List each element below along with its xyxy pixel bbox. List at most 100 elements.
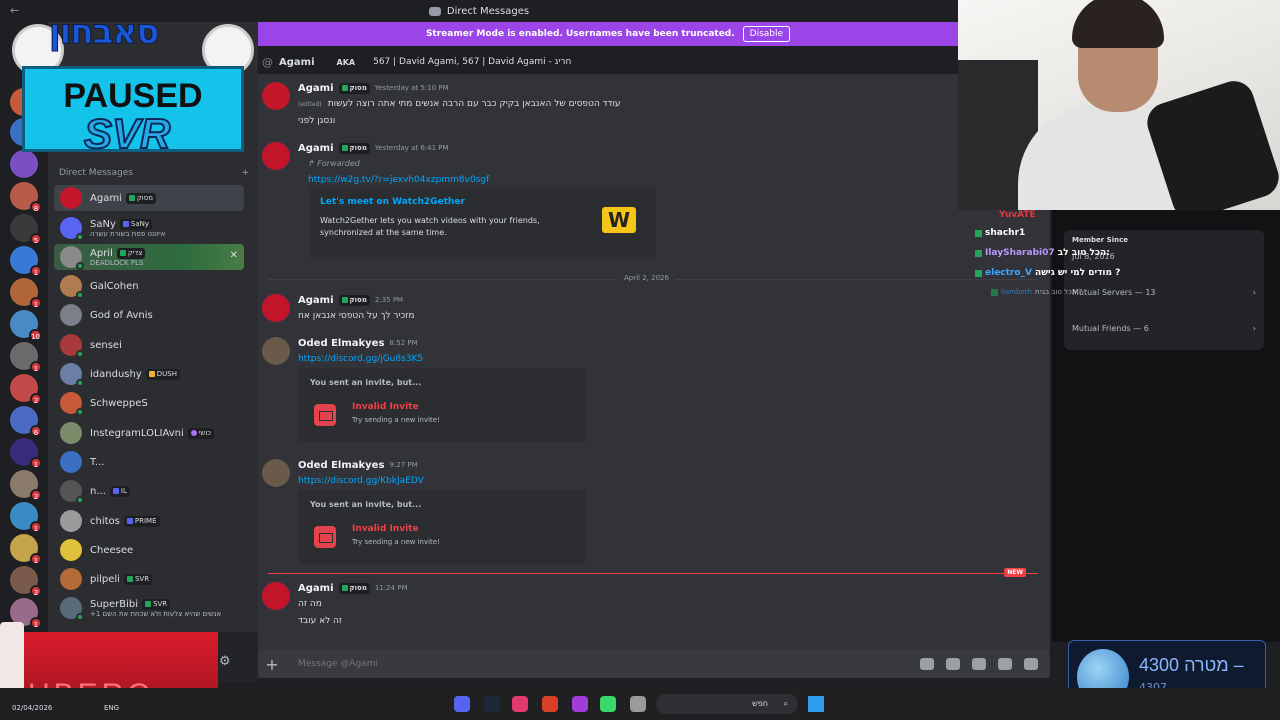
settings-gear-icon[interactable]: ⚙	[219, 654, 231, 669]
message-author[interactable]: Oded Elmakyes	[298, 338, 384, 349]
avatar	[60, 422, 82, 444]
avatar	[60, 275, 84, 299]
avatar	[60, 597, 84, 621]
dm-item-pilpeli[interactable]: pilpeli SVR	[54, 566, 244, 592]
disable-button[interactable]: Disable	[742, 26, 791, 42]
avatar[interactable]	[262, 142, 290, 170]
server-icon[interactable]: 1	[10, 502, 42, 533]
taskbar-search[interactable]: חפש ⌕	[656, 694, 798, 714]
avatar[interactable]	[262, 82, 290, 110]
avatar	[60, 510, 82, 532]
avatar	[60, 480, 84, 504]
avatar[interactable]	[262, 459, 290, 487]
message-link[interactable]: https://w2g.tv/?r=jexvh04xzpmm8v0sgf	[308, 172, 489, 188]
dm-item-instegramloliavni[interactable]: InstegramLOLIAvni כושי	[54, 420, 244, 446]
server-icon[interactable]: 1	[10, 246, 42, 277]
discord-icon[interactable]	[454, 696, 470, 712]
link-embed[interactable]: Let's meet on Watch2Gether Watch2Gether …	[310, 187, 656, 259]
gift-icon[interactable]	[920, 658, 934, 670]
dm-item-sensei[interactable]: sensei	[54, 332, 244, 358]
message-input[interactable]	[286, 659, 920, 669]
message-time: 9:27 PM	[389, 461, 418, 469]
app-icon[interactable]	[542, 696, 558, 712]
dm-item-n[interactable]: n... IL	[54, 478, 244, 504]
file-explorer-icon[interactable]	[630, 696, 646, 712]
server-icon[interactable]: 1	[10, 342, 42, 373]
clan-tag: IL	[109, 485, 130, 497]
emoji-icon[interactable]	[998, 658, 1012, 670]
server-icon[interactable]: 10	[10, 310, 42, 341]
clan-tag: מסוק	[338, 582, 370, 594]
message-link[interactable]: https://discord.gg/KbkJaEDV	[298, 473, 424, 489]
forwarded-label: ↱ Forwarded	[308, 159, 360, 168]
avatar[interactable]	[262, 582, 290, 610]
server-icon[interactable]: 2	[10, 566, 42, 597]
composer-tools	[920, 658, 1050, 670]
stream-overlay-logo: סאבחון PAUSED SVR	[4, 10, 254, 170]
apps-icon[interactable]	[1024, 658, 1038, 670]
dm-item-sany[interactable]: SaNy SaNy איזונט פסח בשורת עשרה	[54, 215, 244, 241]
search-icon: ⌕	[783, 699, 788, 708]
server-icon[interactable]: 1	[10, 278, 42, 309]
server-icon[interactable]: 2	[10, 470, 42, 501]
server-icon[interactable]: 6	[10, 406, 42, 437]
close-dm-icon[interactable]: ✕	[230, 250, 238, 261]
dm-item-superbibi[interactable]: SuperBibi SVR +1 אנשים שהיא צלעות ולא שכחת…	[54, 595, 244, 621]
message-author[interactable]: Oded Elmakyes	[298, 460, 384, 471]
message-author[interactable]: Agami	[298, 295, 334, 306]
chevron-right-icon: ›	[1252, 288, 1256, 297]
app-icon[interactable]	[512, 696, 528, 712]
clan-tag: SVR	[142, 598, 171, 610]
dm-name: chitos	[90, 515, 120, 527]
invite-name: Invalid Invite	[352, 524, 419, 534]
unread-badge: 1	[30, 553, 42, 565]
server-icon[interactable]: 8	[10, 182, 42, 213]
avatar[interactable]	[262, 294, 290, 322]
server-icon[interactable]: 5	[10, 214, 42, 245]
avatar	[60, 304, 82, 326]
avatar	[60, 392, 84, 416]
server-icon[interactable]: 1	[10, 534, 42, 565]
embed-title[interactable]: Let's meet on Watch2Gether	[320, 197, 465, 207]
message-text: מה זה	[298, 599, 322, 609]
invite-embed: You sent an invite, but... Invalid Invit…	[298, 368, 586, 442]
dm-status: איזונט פסח בשורת עשרה	[90, 229, 166, 238]
server-icon[interactable]: 1	[10, 438, 42, 469]
clan-tag: מסוק	[338, 294, 370, 306]
embed-description: Watch2Gether lets you watch videos with …	[320, 216, 540, 237]
clan-tag: SaNy	[119, 218, 152, 230]
aka-names: 567 | David Agami, 567 | David Agami - ח…	[373, 57, 572, 67]
at-icon: @	[262, 55, 273, 69]
message-author[interactable]: Agami	[298, 143, 334, 154]
invalid-invite-icon	[314, 404, 336, 426]
avatar[interactable]	[262, 337, 290, 365]
dm-item-galcohen[interactable]: GalCohen	[54, 273, 244, 299]
dm-item-chitos[interactable]: chitos PRIME	[54, 508, 244, 534]
taskbar-lang: ENG	[104, 704, 120, 712]
chat-messages: Agami מסוק Yesterday at 5:10 PM (edited) עו…	[258, 74, 1050, 678]
dm-item-april[interactable]: April צדיק DEADLOCK PLS ✕	[54, 244, 244, 270]
dm-item-god-of-avnis[interactable]: God of Avnis	[54, 302, 244, 328]
sticker-icon[interactable]	[972, 658, 986, 670]
dm-item-t[interactable]: T...	[54, 449, 244, 475]
watch2gether-logo: W	[602, 207, 636, 233]
message-link[interactable]: https://discord.gg/jGu8s3K5	[298, 351, 423, 367]
gif-icon[interactable]	[946, 658, 960, 670]
dm-item-cheesee[interactable]: Cheesee	[54, 537, 244, 563]
unread-badge: 1	[30, 361, 42, 373]
dm-item-idandushy[interactable]: idandushy DUSH	[54, 361, 244, 387]
message-author[interactable]: Agami	[298, 583, 334, 594]
message-author[interactable]: Agami	[298, 83, 334, 94]
mutual-servers[interactable]: Mutual Servers — 13 ›	[1072, 288, 1256, 297]
chrome-icon[interactable]	[600, 696, 616, 712]
dm-item-agami[interactable]: Agami מסוק	[54, 185, 244, 211]
mutual-friends[interactable]: Mutual Friends — 6 ›	[1072, 324, 1256, 333]
dm-item-schweppes[interactable]: SchweppeS	[54, 390, 244, 416]
attach-plus-icon[interactable]: +	[258, 655, 286, 674]
chat-recipient-name[interactable]: Agami	[279, 57, 315, 68]
server-icon[interactable]: 2	[10, 374, 42, 405]
steam-icon[interactable]	[484, 696, 500, 712]
edited-label: (edited)	[298, 101, 322, 108]
windows-start-icon[interactable]	[808, 696, 824, 712]
twitch-icon[interactable]	[572, 696, 588, 712]
